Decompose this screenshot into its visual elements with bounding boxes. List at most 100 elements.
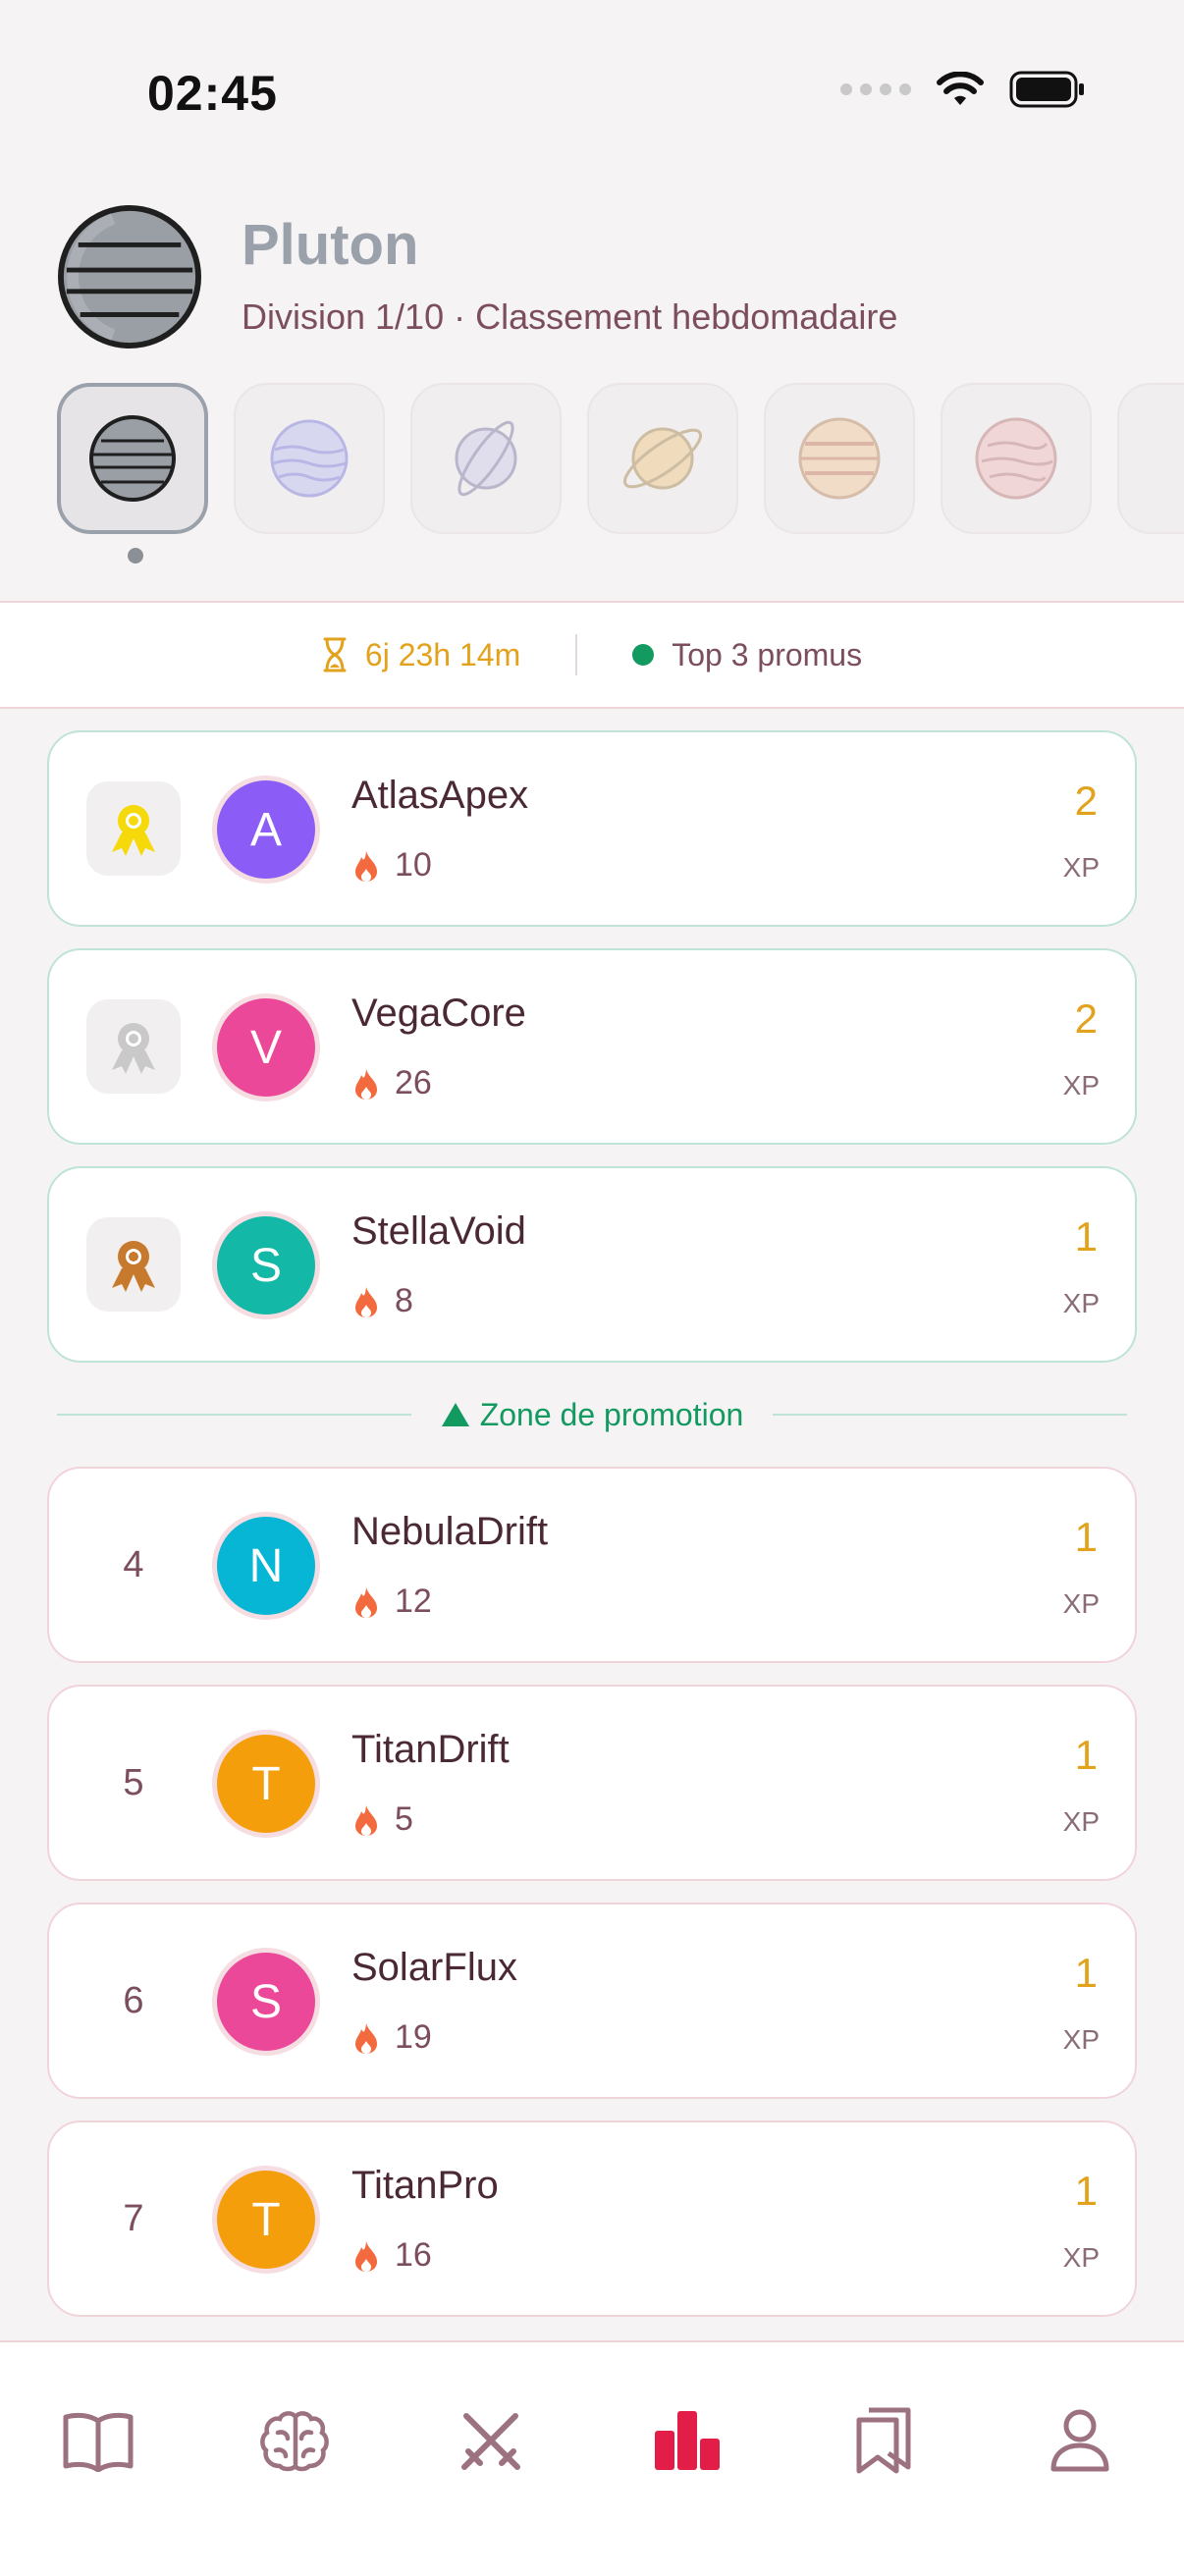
nav-leaderboard[interactable]	[638, 2391, 736, 2490]
avatar: S	[212, 1948, 320, 2056]
saturn-icon	[622, 427, 703, 490]
bookmarks-icon	[856, 2407, 911, 2474]
planet-tab-jupiter[interactable]	[764, 383, 915, 534]
avatar: T	[212, 1730, 320, 1838]
swords-icon	[461, 2413, 520, 2470]
avatar: V	[212, 993, 320, 1101]
jupiter-icon	[798, 417, 881, 500]
countdown: 6j 23h 14m	[322, 637, 520, 673]
triangle-up-icon	[441, 1403, 469, 1426]
league-header: Pluton Division 1/10 · Classement hebdom…	[0, 187, 1184, 599]
player-name: TitanDrift	[351, 1728, 510, 1771]
rank-number: 4	[123, 1543, 144, 1585]
uranus-icon	[455, 420, 517, 497]
wifi-icon	[937, 72, 984, 105]
status-bar: 02:45	[0, 0, 1184, 187]
brain-icon	[260, 2411, 329, 2472]
leaderboard-row[interactable]: V VegaCore 26 2 XP	[47, 948, 1137, 1145]
nav-profile[interactable]	[1031, 2391, 1129, 2490]
selected-indicator	[128, 548, 143, 564]
leaderboard-list: A AtlasApex 10 2 XP V VegaCore 26 2 XP S…	[47, 730, 1137, 2338]
promotion-info: Top 3 promus	[632, 637, 862, 673]
flame-icon	[355, 1068, 377, 1100]
xp-value: 1	[1074, 1514, 1098, 1560]
nav-battle[interactable]	[442, 2391, 540, 2490]
xp-value: 2	[1074, 778, 1098, 824]
player-name: StellaVoid	[351, 1209, 526, 1253]
flame-icon	[355, 2240, 377, 2272]
xp-label: XP	[1062, 2024, 1100, 2055]
streak: 10	[353, 846, 432, 885]
nav-bookmarks[interactable]	[834, 2391, 933, 2490]
player-name: VegaCore	[351, 992, 526, 1035]
xp-value: 1	[1074, 1213, 1098, 1260]
leaderboard-row[interactable]: 6 S SolarFlux 19 1 XP	[47, 1903, 1137, 2099]
flame-icon	[355, 1804, 377, 1836]
player-name: TitanPro	[351, 2164, 499, 2207]
promotion-zone-divider: Zone de promotion	[47, 1384, 1137, 1445]
rank-number: 7	[123, 2197, 144, 2239]
planet-tab-saturn[interactable]	[587, 383, 738, 534]
planet-selector	[57, 383, 1184, 534]
leaderboard-row[interactable]: S StellaVoid 8 1 XP	[47, 1166, 1137, 1363]
xp-label: XP	[1062, 1288, 1100, 1318]
gold-medal-icon	[86, 781, 181, 876]
silver-medal-icon	[86, 999, 181, 1094]
streak: 5	[353, 1800, 413, 1839]
streak: 12	[353, 1583, 432, 1621]
planet-tab-uranus[interactable]	[410, 383, 562, 534]
battery-icon	[1009, 71, 1084, 108]
bronze-medal-icon	[86, 1217, 181, 1312]
avatar: N	[212, 1512, 320, 1620]
hourglass-icon	[323, 637, 347, 672]
planet-tab-next[interactable]	[1117, 383, 1184, 534]
xp-label: XP	[1062, 1806, 1100, 1837]
nav-learn[interactable]	[49, 2391, 147, 2490]
streak: 8	[353, 1282, 413, 1320]
player-name: SolarFlux	[351, 1946, 517, 1989]
leaderboard-row[interactable]: 4 N NebulaDrift 12 1 XP	[47, 1467, 1137, 1663]
status-time: 02:45	[147, 66, 278, 121]
xp-label: XP	[1062, 1588, 1100, 1619]
xp-label: XP	[1062, 2242, 1100, 2273]
planet-tab-pluto[interactable]	[57, 383, 208, 534]
avatar: A	[212, 776, 320, 884]
flame-icon	[355, 2022, 377, 2054]
rank-number: 6	[123, 1979, 144, 2021]
xp-value: 2	[1074, 995, 1098, 1042]
flame-icon	[355, 1586, 377, 1618]
xp-value: 1	[1074, 2168, 1098, 2214]
profile-icon	[1050, 2409, 1109, 2472]
xp-value: 1	[1074, 1950, 1098, 1996]
xp-value: 1	[1074, 1732, 1098, 1778]
planet-tab-neptune[interactable]	[234, 383, 385, 534]
book-icon	[63, 2412, 134, 2472]
xp-label: XP	[1062, 1070, 1100, 1100]
player-name: NebulaDrift	[351, 1510, 549, 1553]
pluto-icon	[89, 415, 176, 502]
leaderboard-icon	[655, 2411, 720, 2470]
avatar: S	[212, 1211, 320, 1319]
streak: 16	[353, 2236, 432, 2275]
rank-number: 5	[123, 1761, 144, 1803]
green-dot-icon	[632, 644, 655, 666]
leaderboard-row[interactable]: 7 T TitanPro 16 1 XP	[47, 2120, 1137, 2317]
leaderboard-row[interactable]: 5 T TitanDrift 5 1 XP	[47, 1685, 1137, 1881]
league-title: Pluton	[242, 213, 419, 277]
player-name: AtlasApex	[351, 774, 529, 817]
countdown-text: 6j 23h 14m	[364, 636, 521, 672]
mars-icon	[975, 417, 1057, 500]
flame-icon	[355, 1286, 377, 1317]
flame-icon	[355, 850, 377, 882]
leaderboard-row[interactable]: A AtlasApex 10 2 XP	[47, 730, 1137, 927]
info-bar: 6j 23h 14m Top 3 promus	[0, 601, 1184, 709]
league-subtitle: Division 1/10 · Classement hebdomadaire	[242, 296, 898, 337]
promotion-text: Top 3 promus	[672, 636, 863, 672]
xp-label: XP	[1062, 852, 1100, 883]
nav-brain[interactable]	[245, 2391, 344, 2490]
streak: 26	[353, 1064, 432, 1102]
streak: 19	[353, 2018, 432, 2057]
neptune-icon	[270, 419, 349, 498]
bottom-nav	[0, 2340, 1184, 2576]
planet-tab-mars[interactable]	[941, 383, 1092, 534]
